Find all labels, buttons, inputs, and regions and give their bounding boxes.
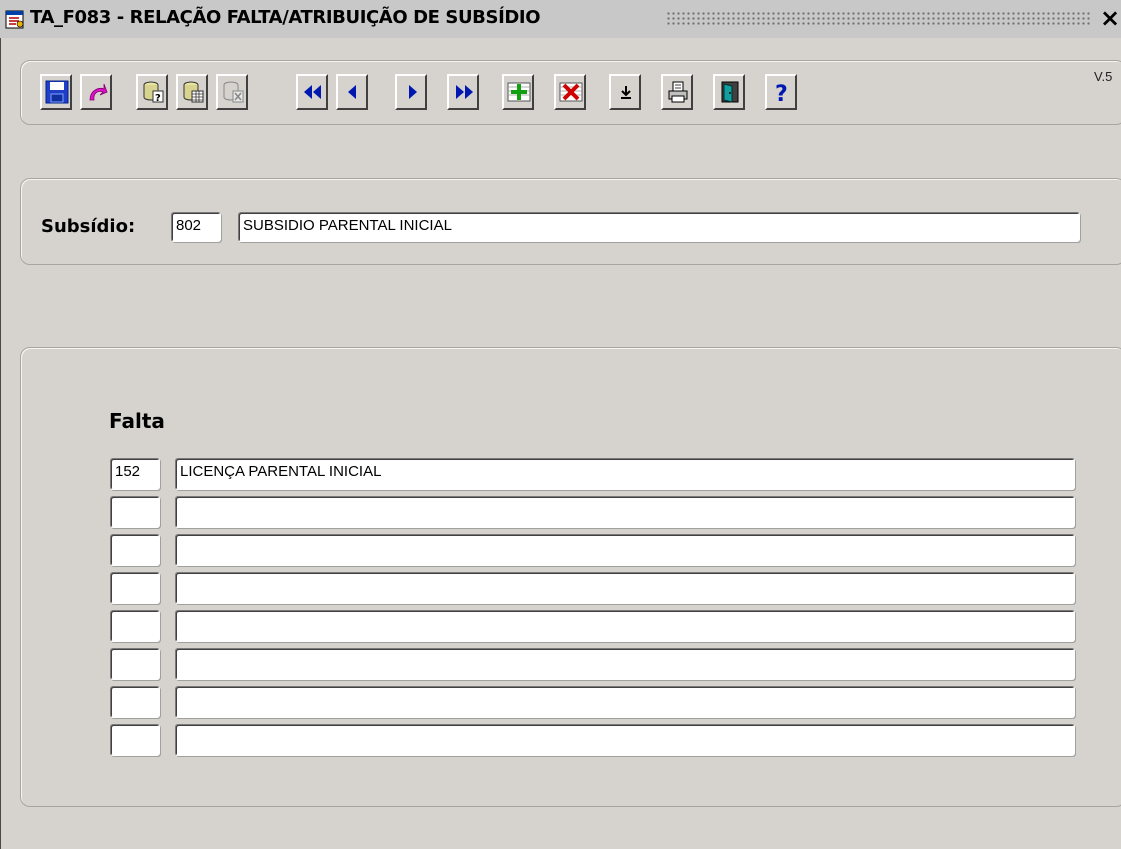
falta-description-field[interactable]: [175, 686, 1075, 718]
subsidio-description-field[interactable]: SUBSIDIO PARENTAL INICIAL: [238, 212, 1080, 242]
subsidio-code-field[interactable]: 802: [171, 212, 221, 242]
door-exit-icon: [721, 81, 739, 103]
version-label: V.5: [1094, 69, 1113, 84]
previous-record-button[interactable]: [336, 74, 368, 110]
help-button[interactable]: ?: [765, 74, 797, 110]
svg-text:?: ?: [155, 93, 161, 104]
left-arrow-icon: [348, 85, 356, 99]
cancel-query-button[interactable]: [216, 74, 248, 110]
floppy-disk-icon: [45, 80, 69, 104]
delete-record-button[interactable]: [554, 74, 586, 110]
title-bar-pattern: [666, 11, 1092, 26]
title-bar: TA_F083 - RELAÇÃO FALTA/ATRIBUIÇÃO DE SU…: [0, 0, 1121, 38]
falta-code-field[interactable]: [110, 724, 160, 756]
printer-icon: [668, 81, 688, 103]
falta-description-field[interactable]: [175, 724, 1075, 756]
falta-code-field[interactable]: [110, 686, 160, 718]
right-arrow-icon: [409, 85, 417, 99]
insert-record-button[interactable]: [502, 74, 534, 110]
save-button[interactable]: [40, 74, 72, 110]
first-record-button[interactable]: [296, 74, 328, 110]
download-arrow-icon: [621, 86, 631, 99]
falta-description-field[interactable]: [175, 572, 1075, 604]
double-left-arrow-icon: [304, 85, 321, 99]
falta-code-field[interactable]: [110, 496, 160, 528]
query-button[interactable]: ?: [136, 74, 168, 110]
question-mark-icon: ?: [775, 82, 788, 104]
next-record-button[interactable]: [395, 74, 427, 110]
window-border: [0, 38, 1, 849]
database-query-icon: ?: [143, 81, 164, 104]
svg-text:?: ?: [775, 82, 788, 104]
plus-icon: [507, 82, 531, 102]
double-right-arrow-icon: [456, 85, 473, 99]
undo-arrow-icon: [89, 83, 108, 101]
falta-description-field[interactable]: [175, 610, 1075, 642]
falta-header: Falta: [109, 409, 165, 433]
exit-button[interactable]: [713, 74, 745, 110]
falta-code-field[interactable]: [110, 648, 160, 680]
app-form-icon: [5, 10, 24, 29]
undo-button[interactable]: [80, 74, 112, 110]
falta-description-field[interactable]: [175, 648, 1075, 680]
subsidio-label: Subsídio:: [41, 216, 136, 237]
execute-query-button[interactable]: [176, 74, 208, 110]
last-record-button[interactable]: [447, 74, 479, 110]
x-icon: [559, 82, 583, 102]
database-cancel-icon: [223, 81, 244, 103]
falta-description-field[interactable]: [175, 534, 1075, 566]
database-execute-icon: [183, 81, 204, 103]
falta-code-field[interactable]: [110, 534, 160, 566]
close-button[interactable]: ×: [1100, 3, 1120, 33]
falta-code-field[interactable]: [110, 572, 160, 604]
falta-description-field[interactable]: [175, 496, 1075, 528]
print-button[interactable]: [661, 74, 693, 110]
list-values-button[interactable]: [609, 74, 641, 110]
falta-code-field[interactable]: [110, 610, 160, 642]
window-title: TA_F083 - RELAÇÃO FALTA/ATRIBUIÇÃO DE SU…: [30, 7, 541, 28]
falta-description-field[interactable]: LICENÇA PARENTAL INICIAL: [175, 458, 1075, 490]
falta-code-field[interactable]: 152: [110, 458, 160, 490]
